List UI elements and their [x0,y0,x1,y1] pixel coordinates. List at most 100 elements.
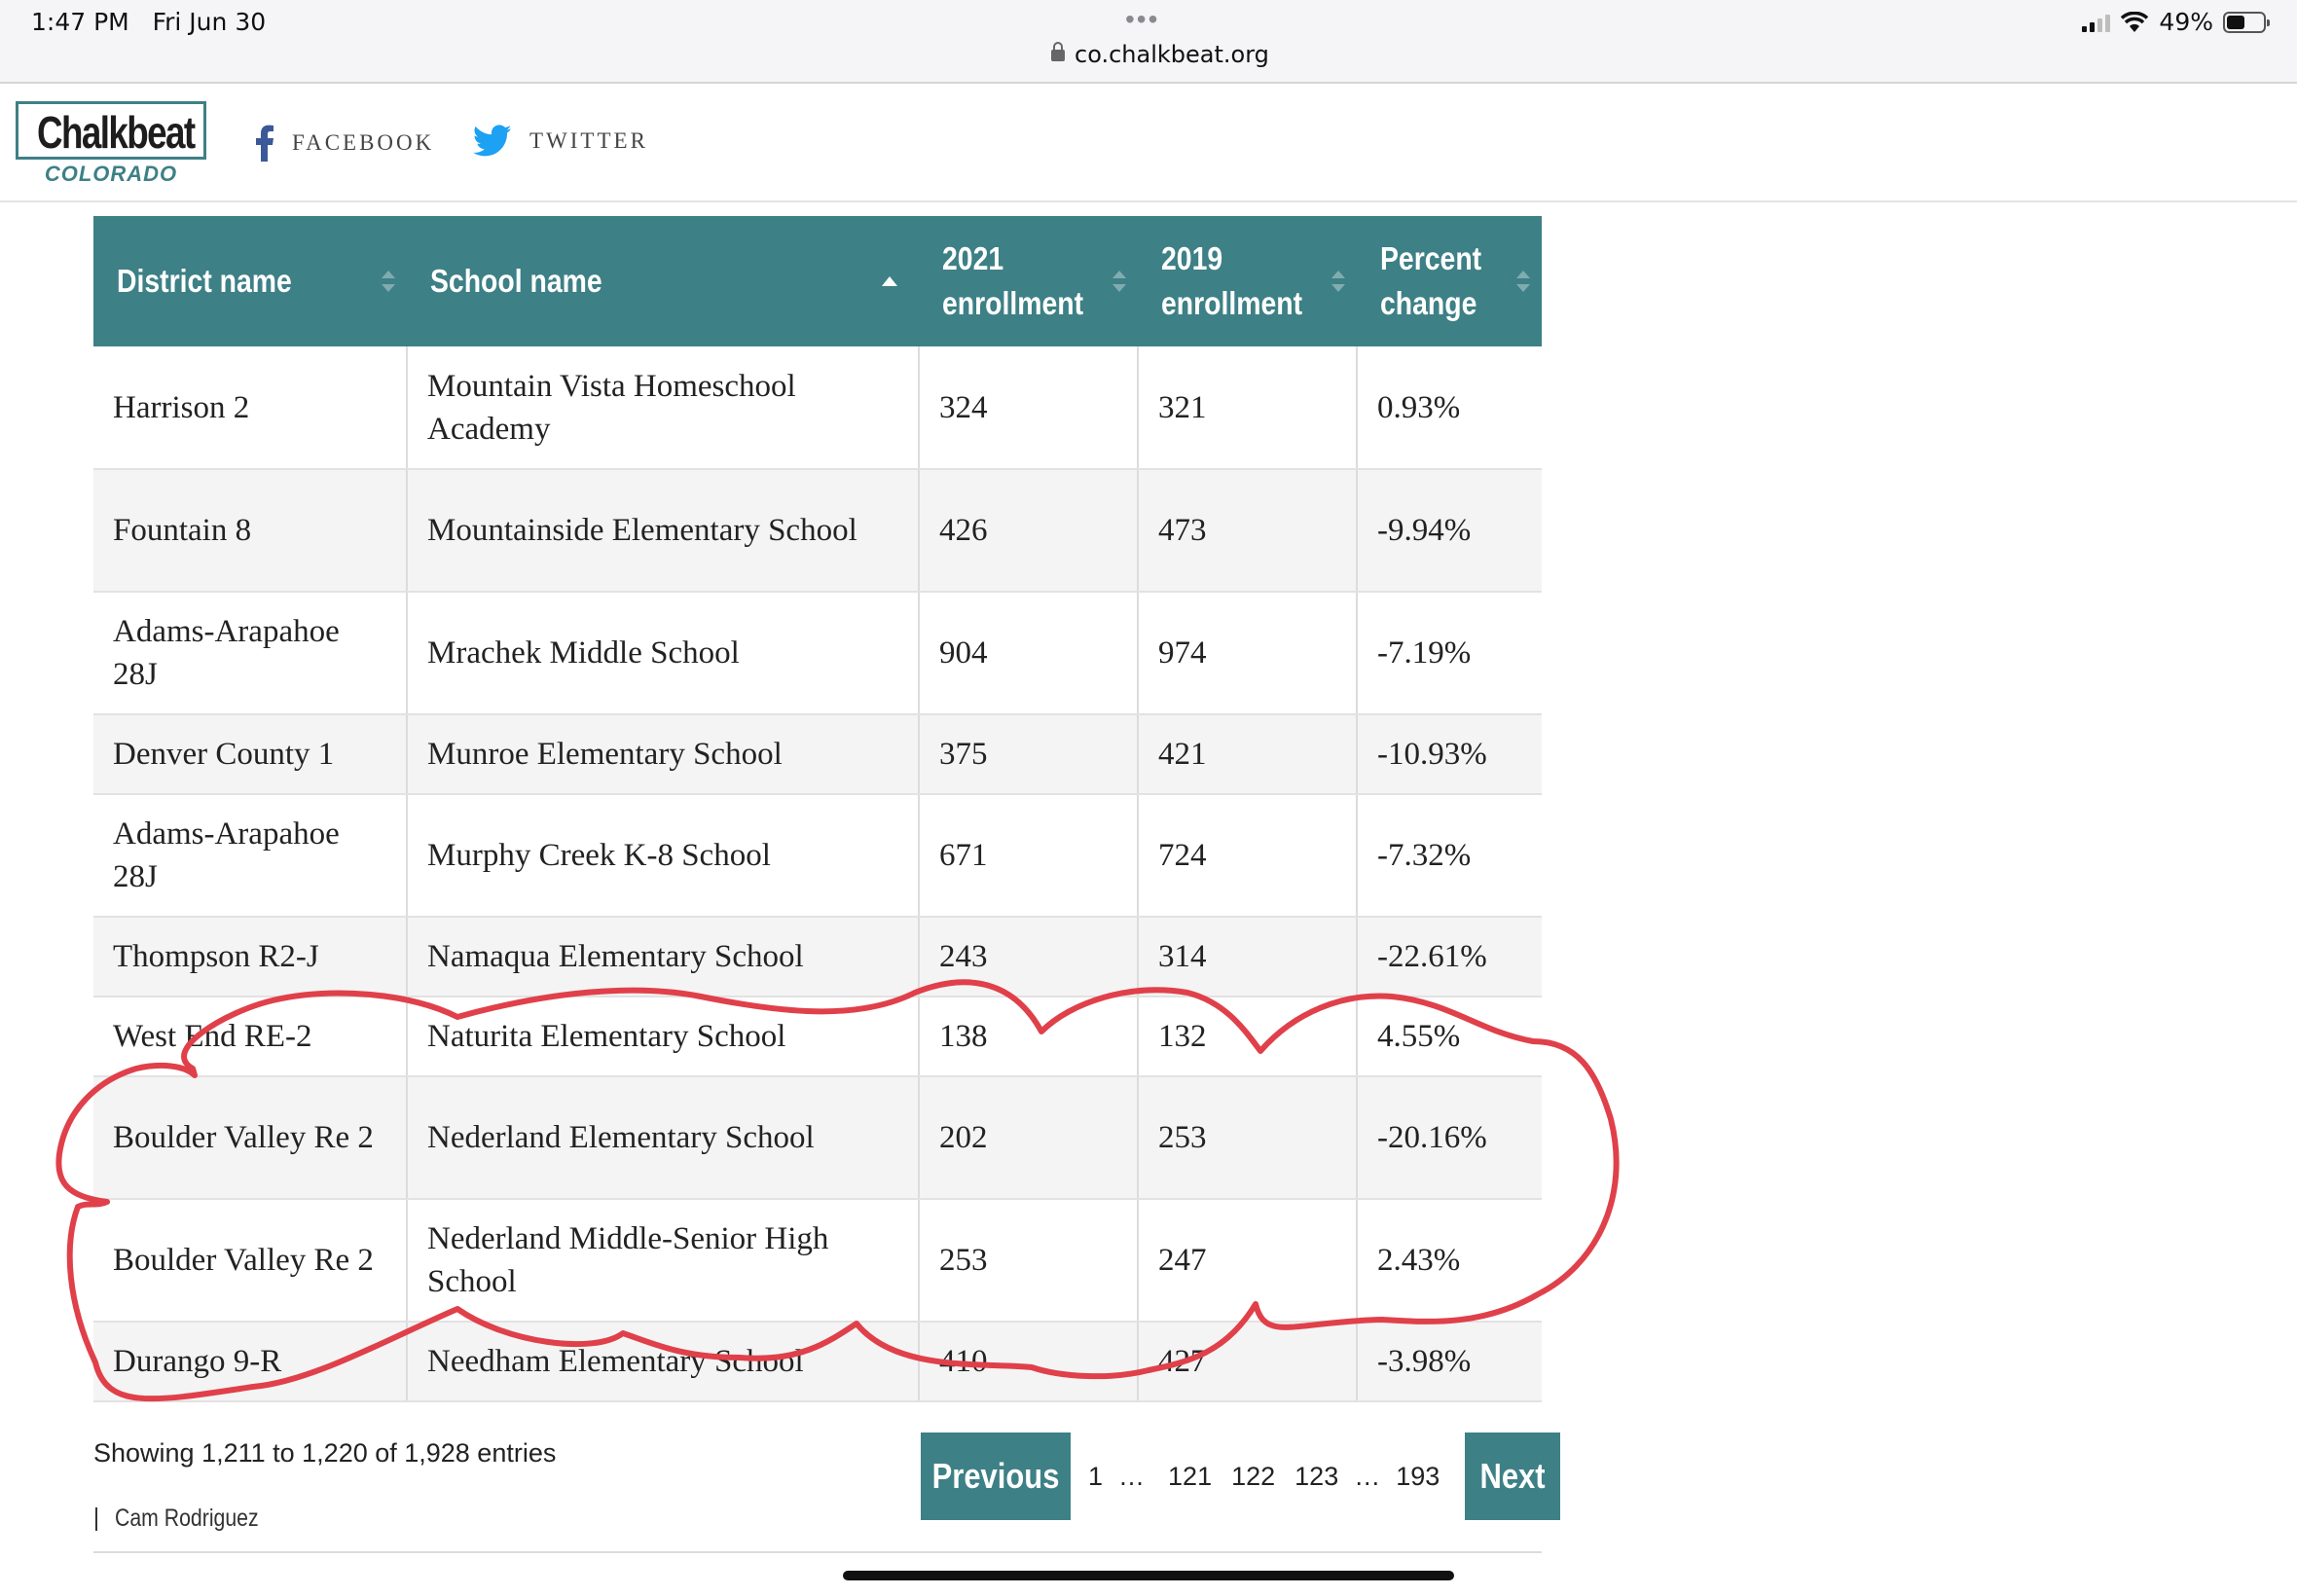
cell-percent: -7.32% [1357,794,1542,918]
table-row: Durango 9-R Needham Elementary School 41… [93,1322,1542,1402]
table-row: Adams-Arapahoe 28J Mrachek Middle School… [93,592,1542,715]
previous-button[interactable]: Previous [921,1433,1071,1520]
pagination: Previous 1 … 121 122 123 … 193 Next [921,1433,1561,1520]
cell-district: Fountain 8 [93,469,408,593]
cell-school: Murphy Creek K-8 School [407,794,920,918]
table-header-row: District name School name 2021 enrollment… [93,216,1542,346]
cell-2021: 671 [919,794,1139,918]
sort-icon [1516,271,1530,292]
sort-ascending-icon [882,276,897,286]
cell-percent: 2.43% [1357,1199,1542,1323]
cell-2021: 426 [919,469,1139,593]
enrollment-table: District name School name 2021 enrollment… [93,216,1542,1402]
table-row: Denver County 1 Munroe Elementary School… [93,714,1542,795]
time-text: 1:47 PM [31,8,129,36]
cell-percent: -10.93% [1357,714,1542,795]
entries-info: Showing 1,211 to 1,220 of 1,928 entries [93,1438,557,1468]
sort-icon [1112,271,1126,292]
lock-icon [1051,42,1065,61]
column-header-school[interactable]: School name [407,216,919,346]
page-link-current[interactable]: 122 [1221,1462,1285,1492]
battery-percent: 49% [2159,8,2213,36]
more-dots-icon[interactable]: ••• [1125,4,1159,35]
facebook-icon [256,125,273,162]
cell-district: Harrison 2 [93,346,408,470]
table-row: Harrison 2 Mountain Vista Homeschool Aca… [93,346,1542,470]
column-label-line: 2019 [1161,240,1223,276]
table-row: Fountain 8 Mountainside Elementary Schoo… [93,469,1542,593]
cell-school: Needham Elementary School [407,1322,920,1402]
cell-school: Naturita Elementary School [407,997,920,1077]
column-header-2021-enrollment[interactable]: 2021 enrollment [919,216,1138,346]
cell-district: Durango 9-R [93,1322,408,1402]
wifi-icon [2121,11,2149,32]
cell-2019: 421 [1138,714,1358,795]
cell-2019: 974 [1138,592,1358,715]
cell-2019: 132 [1138,997,1358,1077]
cell-district: Denver County 1 [93,714,408,795]
page-link[interactable]: 193 [1386,1462,1449,1492]
credit-divider [95,1507,97,1532]
cell-2021: 253 [919,1199,1139,1323]
cell-school: Mrachek Middle School [407,592,920,715]
column-label-line: enrollment [942,285,1084,321]
cell-district: Adams-Arapahoe 28J [93,592,408,715]
next-label: Next [1479,1456,1546,1496]
facebook-label: FACEBOOK [292,130,435,155]
cell-2019: 724 [1138,794,1358,918]
twitter-share-link[interactable]: TWITTER [473,125,648,158]
cell-percent: -9.94% [1357,469,1542,593]
cell-school: Namaqua Elementary School [407,917,920,998]
status-bar: 1:47 PM Fri Jun 30 ••• co.chalkbeat.org … [0,0,2297,84]
cell-percent: -22.61% [1357,917,1542,998]
pagination-ellipsis: … [1118,1461,1146,1491]
logo-text: Chalkbeat [37,107,196,158]
column-label-line: Percent [1380,240,1482,276]
cell-school: Mountainside Elementary School [407,469,920,593]
column-header-2019-enrollment[interactable]: 2019 enrollment [1138,216,1357,346]
table-row: Adams-Arapahoe 28J Murphy Creek K-8 Scho… [93,794,1542,918]
column-header-district[interactable]: District name [93,216,407,346]
cell-percent: 4.55% [1357,997,1542,1077]
cellular-signal-icon [2082,13,2111,32]
cell-2021: 202 [919,1076,1139,1200]
cell-2019: 314 [1138,917,1358,998]
column-label: Percent change [1380,236,1481,326]
credit-name: Cam Rodriguez [115,1505,259,1532]
chalkbeat-logo[interactable]: Chalkbeat [16,101,206,160]
facebook-share-link[interactable]: FACEBOOK [255,125,434,162]
home-indicator[interactable] [843,1571,1454,1580]
page-link[interactable]: 123 [1285,1462,1348,1492]
column-label: 2019 enrollment [1161,236,1302,326]
cell-2021: 375 [919,714,1139,795]
column-header-percent-change[interactable]: Percent change [1357,216,1542,346]
twitter-label: TWITTER [529,128,648,153]
cell-2021: 410 [919,1322,1139,1402]
table-row: West End RE-2 Naturita Elementary School… [93,997,1542,1077]
table-row: Boulder Valley Re 2 Nederland Elementary… [93,1076,1542,1200]
cell-2019: 253 [1138,1076,1358,1200]
cell-2019: 473 [1138,469,1358,593]
cell-2021: 904 [919,592,1139,715]
sort-icon [1331,271,1345,292]
url-text: co.chalkbeat.org [1075,41,1269,68]
footer-divider [93,1551,1542,1553]
table-row: Thompson R2-J Namaqua Elementary School … [93,917,1542,998]
column-label: 2021 enrollment [942,236,1083,326]
battery-icon [2223,11,2270,33]
address-bar[interactable]: co.chalkbeat.org [1051,41,1269,68]
chart-credit: Cam Rodriguez [95,1505,284,1533]
cell-school: Mountain Vista Homeschool Academy [407,346,920,470]
next-button[interactable]: Next [1465,1433,1561,1520]
table-row: Boulder Valley Re 2 Nederland Middle-Sen… [93,1199,1542,1323]
cell-district: West End RE-2 [93,997,408,1077]
page-link[interactable]: 1 [1078,1462,1112,1492]
page-link[interactable]: 121 [1158,1462,1221,1492]
pagination-ellipsis: … [1354,1461,1381,1491]
cell-district: Adams-Arapahoe 28J [93,794,408,918]
column-label: School name [430,263,602,299]
cell-2019: 247 [1138,1199,1358,1323]
cell-percent: 0.93% [1357,346,1542,470]
cell-2019: 427 [1138,1322,1358,1402]
column-label: District name [117,263,292,299]
